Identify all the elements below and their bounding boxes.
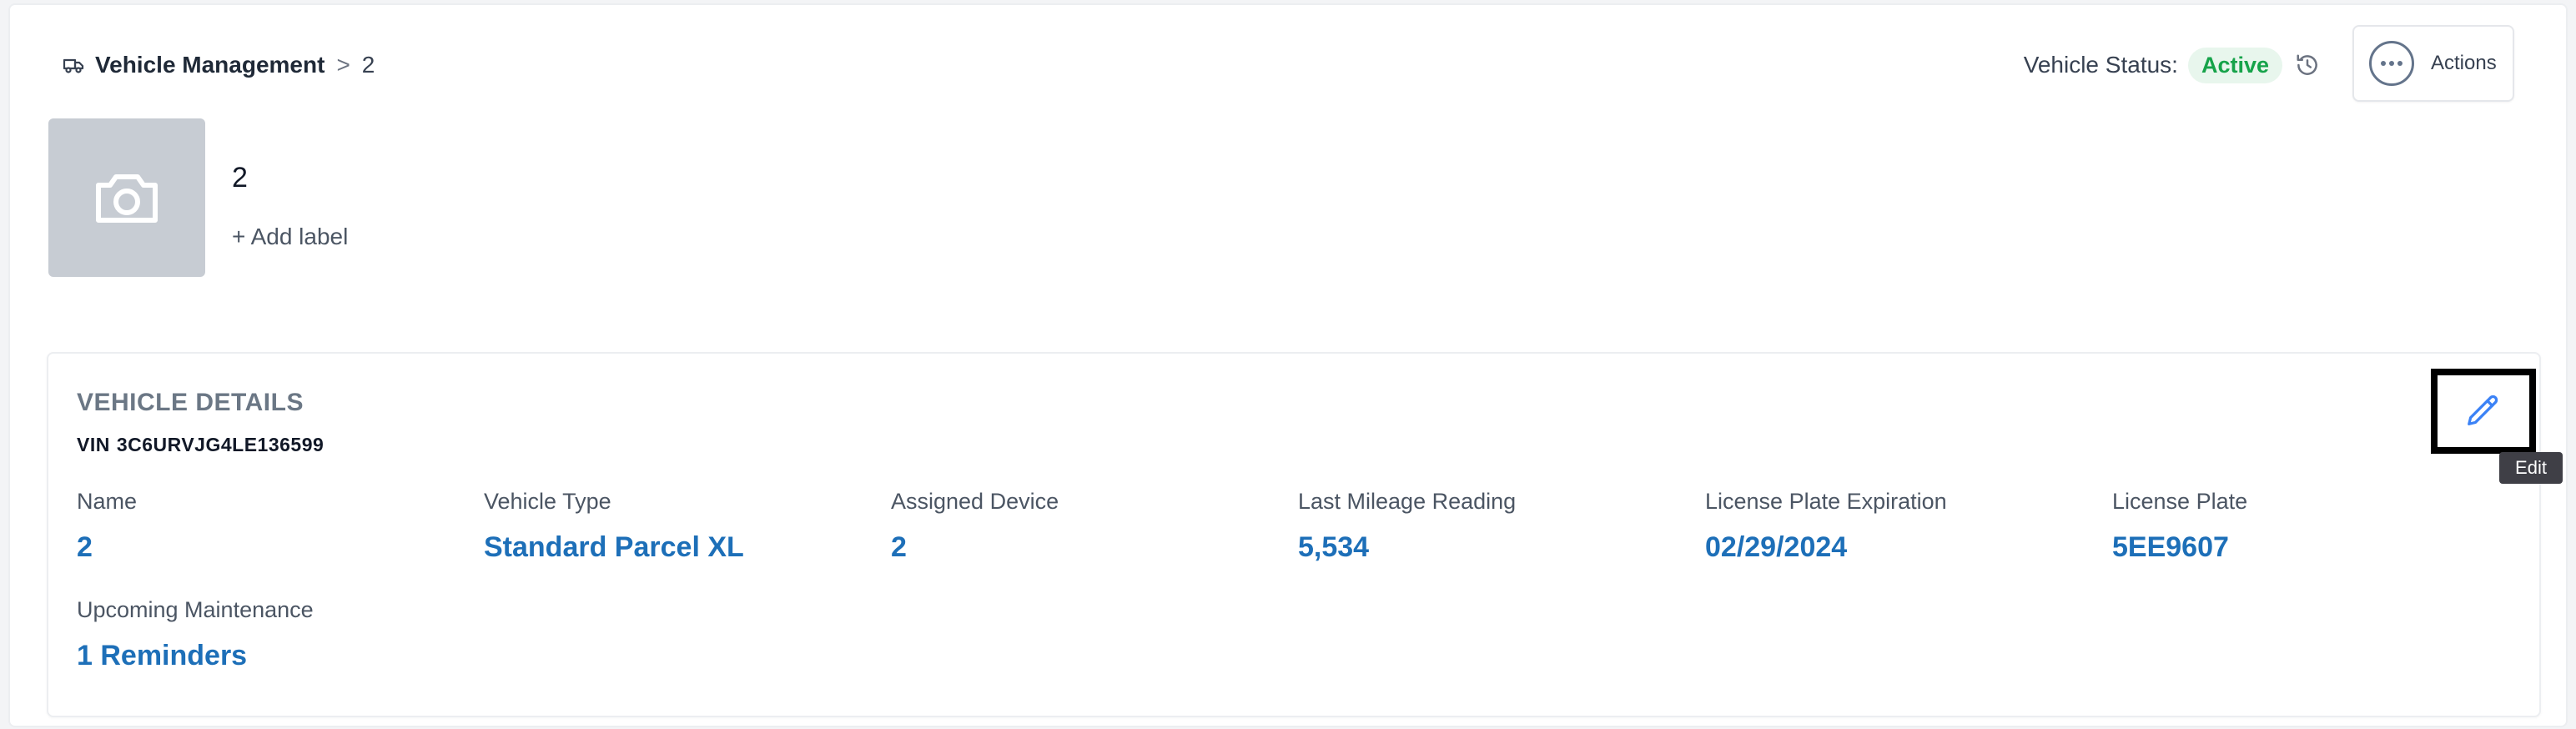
- vin-text: VIN 3C6URVJG4LE136599: [77, 434, 324, 456]
- field-value-link[interactable]: 5,534: [1298, 531, 1516, 564]
- more-horizontal-icon: [2369, 41, 2414, 86]
- field-license-plate-expiration: License Plate Expiration 02/29/2024: [1705, 489, 1947, 564]
- actions-label: Actions: [2431, 52, 2497, 74]
- vin-prefix: VIN: [77, 434, 110, 455]
- field-value-link[interactable]: Standard Parcel XL: [484, 531, 744, 564]
- vehicle-status: Vehicle Status: Active: [2024, 43, 2322, 87]
- vehicle-name: 2: [232, 162, 248, 194]
- field-label: License Plate Expiration: [1705, 489, 1947, 514]
- vehicle-page: Vehicle Management > 2 Vehicle Status: A…: [8, 3, 2568, 727]
- truck-icon: [60, 52, 87, 78]
- field-value-link[interactable]: 02/29/2024: [1705, 531, 1947, 564]
- camera-icon: [96, 174, 158, 223]
- field-assigned-device: Assigned Device 2: [891, 489, 1059, 564]
- edit-button[interactable]: [2431, 369, 2536, 454]
- field-license-plate: License Plate 5EE9607: [2112, 489, 2247, 564]
- field-last-mileage: Last Mileage Reading 5,534: [1298, 489, 1516, 564]
- field-label: Vehicle Type: [484, 489, 611, 514]
- field-value-link[interactable]: 2: [891, 531, 1059, 564]
- breadcrumb-separator: >: [336, 52, 350, 78]
- field-label: License Plate: [2112, 489, 2248, 514]
- vehicle-photo-placeholder[interactable]: [48, 118, 205, 277]
- breadcrumb-current: 2: [361, 52, 375, 78]
- vehicle-details-title: VEHICLE DETAILS: [77, 389, 304, 416]
- breadcrumb-root-link[interactable]: Vehicle Management: [95, 52, 325, 78]
- vehicle-status-label: Vehicle Status:: [2023, 52, 2178, 78]
- field-vehicle-type: Vehicle Type Standard Parcel XL: [484, 489, 744, 564]
- field-label: Name: [77, 489, 138, 514]
- vehicle-details-card: VEHICLE DETAILS VIN 3C6URVJG4LE136599 Nam…: [47, 352, 2541, 717]
- vin-value: 3C6URVJG4LE136599: [116, 434, 325, 455]
- field-label: Upcoming Maintenance: [77, 597, 314, 622]
- field-value-link[interactable]: 2: [77, 531, 137, 564]
- edit-tooltip: Edit: [2499, 452, 2563, 484]
- field-label: Last Mileage Reading: [1298, 489, 1517, 514]
- actions-button[interactable]: Actions: [2352, 25, 2514, 102]
- field-name: Name 2: [77, 489, 137, 564]
- field-value-link[interactable]: 5EE9607: [2112, 531, 2247, 564]
- add-label-link[interactable]: + Add label: [232, 224, 348, 250]
- field-upcoming-maintenance: Upcoming Maintenance 1 Reminders: [77, 597, 314, 672]
- field-label: Assigned Device: [891, 489, 1059, 514]
- history-icon[interactable]: [2292, 50, 2322, 80]
- pencil-icon: [2468, 395, 2498, 425]
- status-badge: Active: [2187, 47, 2282, 83]
- field-value-link[interactable]: 1 Reminders: [77, 640, 314, 672]
- breadcrumb: Vehicle Management > 2: [60, 48, 375, 82]
